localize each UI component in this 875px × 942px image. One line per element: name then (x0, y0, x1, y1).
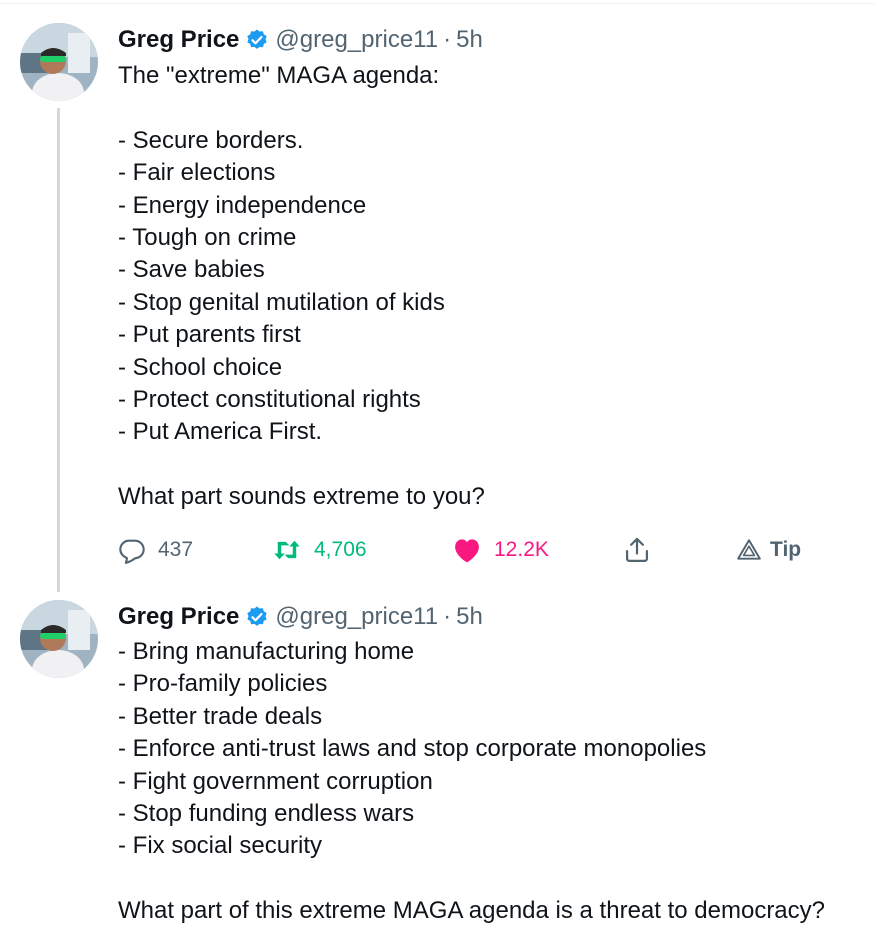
tweet-text-line: - Secure borders. (118, 126, 304, 154)
tweet-text-line: - Fair elections (118, 159, 276, 187)
retweet-count: 4,706 (314, 538, 367, 561)
tweet-text-line: The "extreme" MAGA agenda: (118, 62, 440, 89)
retweet-button[interactable]: 4,706 (272, 532, 367, 568)
tip-button[interactable]: Tip (736, 532, 801, 568)
tweet-text-line: - Stop genital mutilation of kids (118, 288, 445, 316)
tweet-header: Greg Price @greg_price11 · 5h (118, 24, 483, 56)
author-handle[interactable]: @greg_price11 (275, 26, 438, 54)
tip-label: Tip (770, 538, 802, 561)
tweet-text-line: - Better trade deals (118, 702, 323, 730)
verified-badge-icon (245, 605, 269, 629)
tweet-text: - Bring manufacturing home - Pro-family … (118, 636, 825, 928)
tweet-text-line: What part sounds extreme to you? (118, 483, 485, 511)
author-avatar[interactable] (20, 23, 98, 101)
author-avatar[interactable] (20, 600, 98, 678)
author-name[interactable]: Greg Price (118, 603, 239, 631)
share-icon (623, 536, 651, 564)
tweet-text-line: - Protect constitutional rights (118, 385, 421, 413)
tweet-timestamp[interactable]: 5h (456, 603, 483, 631)
reply-count: 437 (158, 538, 194, 561)
tweet-action-bar: 437 4,706 12.2K Tip (118, 532, 818, 568)
tweet-text-line: - Fight government corruption (118, 767, 433, 795)
like-button[interactable]: 12.2K (452, 532, 549, 568)
like-count: 12.2K (494, 538, 549, 561)
separator-dot: · (443, 26, 452, 53)
reply-button[interactable]: 437 (118, 532, 193, 568)
author-handle[interactable]: @greg_price11 (275, 603, 438, 631)
tweet-text: The "extreme" MAGA agenda: - Secure bord… (118, 60, 485, 513)
tweet-text-line: - Put parents first (118, 321, 301, 349)
retweet-icon (272, 536, 302, 564)
verified-badge-icon (245, 28, 269, 52)
heart-icon (452, 536, 482, 564)
top-divider (0, 3, 875, 4)
author-name[interactable]: Greg Price (118, 26, 239, 54)
reply-icon (118, 536, 146, 564)
tweet-timestamp[interactable]: 5h (456, 26, 483, 54)
thread-connector-line (57, 108, 60, 592)
tweet-text-line: What part of this extreme MAGA agenda is… (118, 897, 826, 925)
tweet-header: Greg Price @greg_price11 · 5h (118, 601, 483, 633)
tweet-text-line: - Save babies (118, 256, 265, 284)
tweet-text-line: - Pro-family policies (118, 670, 328, 698)
tweet-text-line: - Fix social security (118, 832, 323, 860)
tweet-text-line: - Tough on crime (118, 223, 297, 251)
tweet-text-line: - Put America First. (118, 418, 323, 446)
separator-dot: · (443, 603, 452, 630)
tip-icon (736, 537, 762, 563)
tweet-text-line: - Bring manufacturing home (118, 638, 415, 665)
tweet-text-line: - Stop funding endless wars (118, 799, 415, 827)
tweet-text-line: - Enforce anti-trust laws and stop corpo… (118, 735, 707, 763)
share-button[interactable] (623, 532, 651, 568)
tweet-text-line: - School choice (118, 353, 283, 381)
tweet-text-line: - Energy independence (118, 191, 367, 219)
